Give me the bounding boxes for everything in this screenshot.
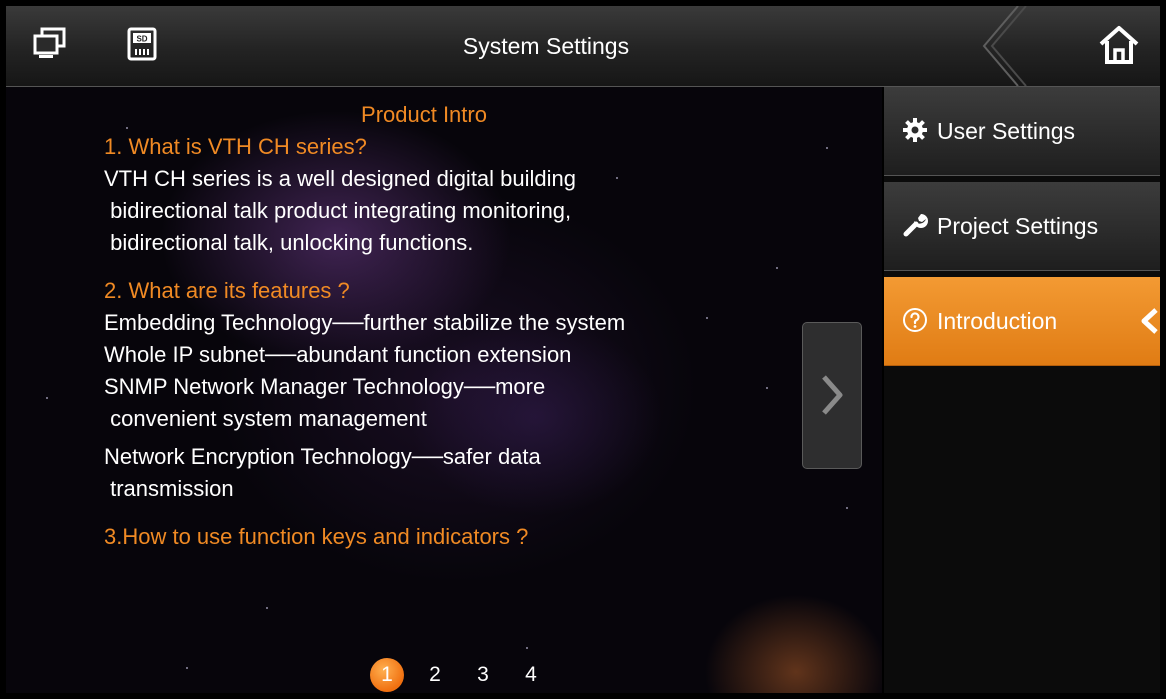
sidebar-item-label: User Settings <box>937 118 1076 144</box>
feature-1: Embedding Technology──further stabilize … <box>104 310 626 335</box>
home-area <box>980 6 1160 86</box>
page-4-button[interactable]: 4 <box>514 658 548 692</box>
chevron-left-icon <box>1141 308 1158 334</box>
answer-1-line-1: VTH CH series is a well designed digital… <box>104 166 577 191</box>
sidebar-item-introduction[interactable]: Introduction <box>884 277 1160 366</box>
sidebar-item-project-settings[interactable]: Project Settings <box>884 182 1160 271</box>
page-title: System Settings <box>462 33 630 59</box>
question-1: 1. What is VTH CH series? <box>104 134 367 159</box>
feature-3-line-2: convenient system management <box>104 406 427 431</box>
wrench-icon <box>903 214 928 237</box>
chevron-right-icon <box>822 375 843 415</box>
question-2: 2. What are its features ? <box>104 278 350 303</box>
page-indicator: 1 2 3 4 <box>370 657 548 693</box>
app-frame: SD System Settings Product Intro 1. What… <box>6 6 1160 693</box>
feature-2: Whole IP subnet──abundant function exten… <box>104 342 572 367</box>
feature-4-line-1: Network Encryption Technology──safer dat… <box>104 444 541 469</box>
sidebar-item-label: Project Settings <box>937 213 1099 239</box>
page-3-button[interactable]: 3 <box>466 658 500 692</box>
intro-content-panel: Product Intro 1. What is VTH CH series? … <box>6 87 882 693</box>
section-heading: Product Intro <box>361 102 487 127</box>
sidebar-item-label: Introduction <box>937 308 1058 334</box>
answer-1-line-2: bidirectional talk product integrating m… <box>104 198 572 223</box>
sidebar-item-user-settings[interactable]: User Settings <box>884 87 1160 176</box>
next-page-button[interactable] <box>802 322 862 469</box>
feature-4-line-2: transmission <box>104 476 234 501</box>
feature-3-line-1: SNMP Network Manager Technology──more <box>104 374 546 399</box>
intro-text: Product Intro 1. What is VTH CH series? … <box>104 99 804 553</box>
page-2-button[interactable]: 2 <box>418 658 452 692</box>
top-bar: SD System Settings <box>6 6 1160 87</box>
home-icon[interactable] <box>1096 22 1142 68</box>
settings-sidebar: User Settings Project Settings Introduct… <box>884 87 1160 693</box>
question-3: 3.How to use function keys and indicator… <box>104 524 529 549</box>
answer-1-line-3: bidirectional talk, unlocking functions. <box>104 230 474 255</box>
question-icon <box>903 308 927 332</box>
gear-icon <box>903 118 927 142</box>
page-1-button[interactable]: 1 <box>370 658 404 692</box>
